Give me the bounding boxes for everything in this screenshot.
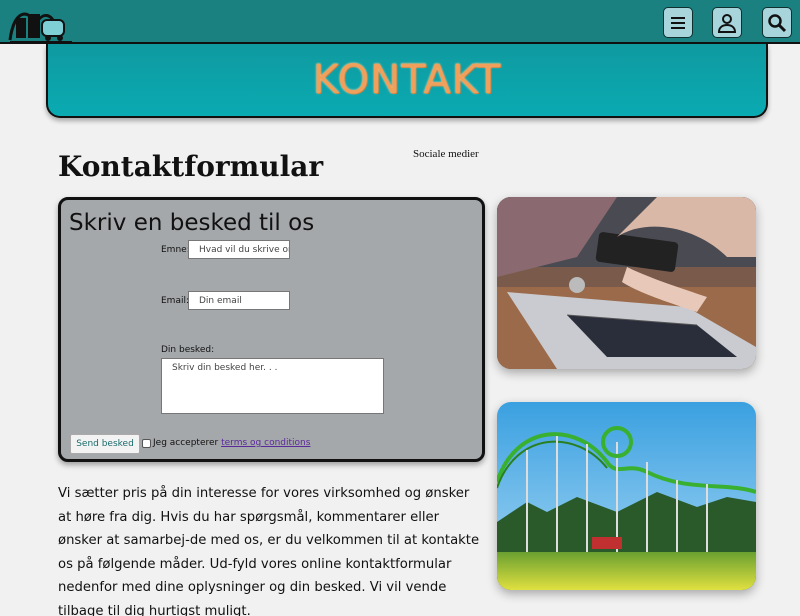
message-textarea[interactable]: Skriv din besked her. . . bbox=[161, 358, 384, 414]
banner-title: KONTAKT bbox=[312, 57, 502, 103]
contact-form: Skriv en besked til os Emne: Hvad vil du… bbox=[58, 197, 485, 462]
email-label: Email: bbox=[161, 296, 190, 306]
subject-label: Emne: bbox=[161, 245, 190, 255]
user-icon[interactable] bbox=[712, 7, 742, 38]
subject-input[interactable]: Hvad vil du skrive om bbox=[188, 240, 290, 259]
terms-link[interactable]: terms og conditions bbox=[221, 438, 310, 448]
rollercoaster-logo-icon[interactable] bbox=[6, 4, 76, 44]
page-title: Kontaktformular bbox=[58, 150, 324, 183]
search-icon[interactable] bbox=[762, 7, 792, 38]
social-media-label: Sociale medier bbox=[413, 148, 479, 160]
send-button[interactable]: Send besked bbox=[70, 434, 140, 454]
form-title: Skriv en besked til os bbox=[69, 210, 315, 236]
contact-description: Vi sætter pris på din interesse for vore… bbox=[58, 486, 480, 616]
laptop-phone-photo bbox=[497, 197, 756, 369]
page-banner: KONTAKT bbox=[46, 44, 768, 118]
top-navigation-bar bbox=[0, 0, 800, 44]
accept-label: Jeg accepterer bbox=[153, 438, 219, 448]
accept-terms-text: Jeg accepterer terms og conditions bbox=[153, 438, 310, 448]
email-input[interactable]: Din email bbox=[188, 291, 290, 310]
hamburger-menu-icon[interactable] bbox=[663, 7, 693, 38]
accept-terms-checkbox[interactable] bbox=[142, 439, 151, 448]
rollercoaster-photo bbox=[497, 402, 756, 590]
message-label: Din besked: bbox=[161, 345, 215, 355]
